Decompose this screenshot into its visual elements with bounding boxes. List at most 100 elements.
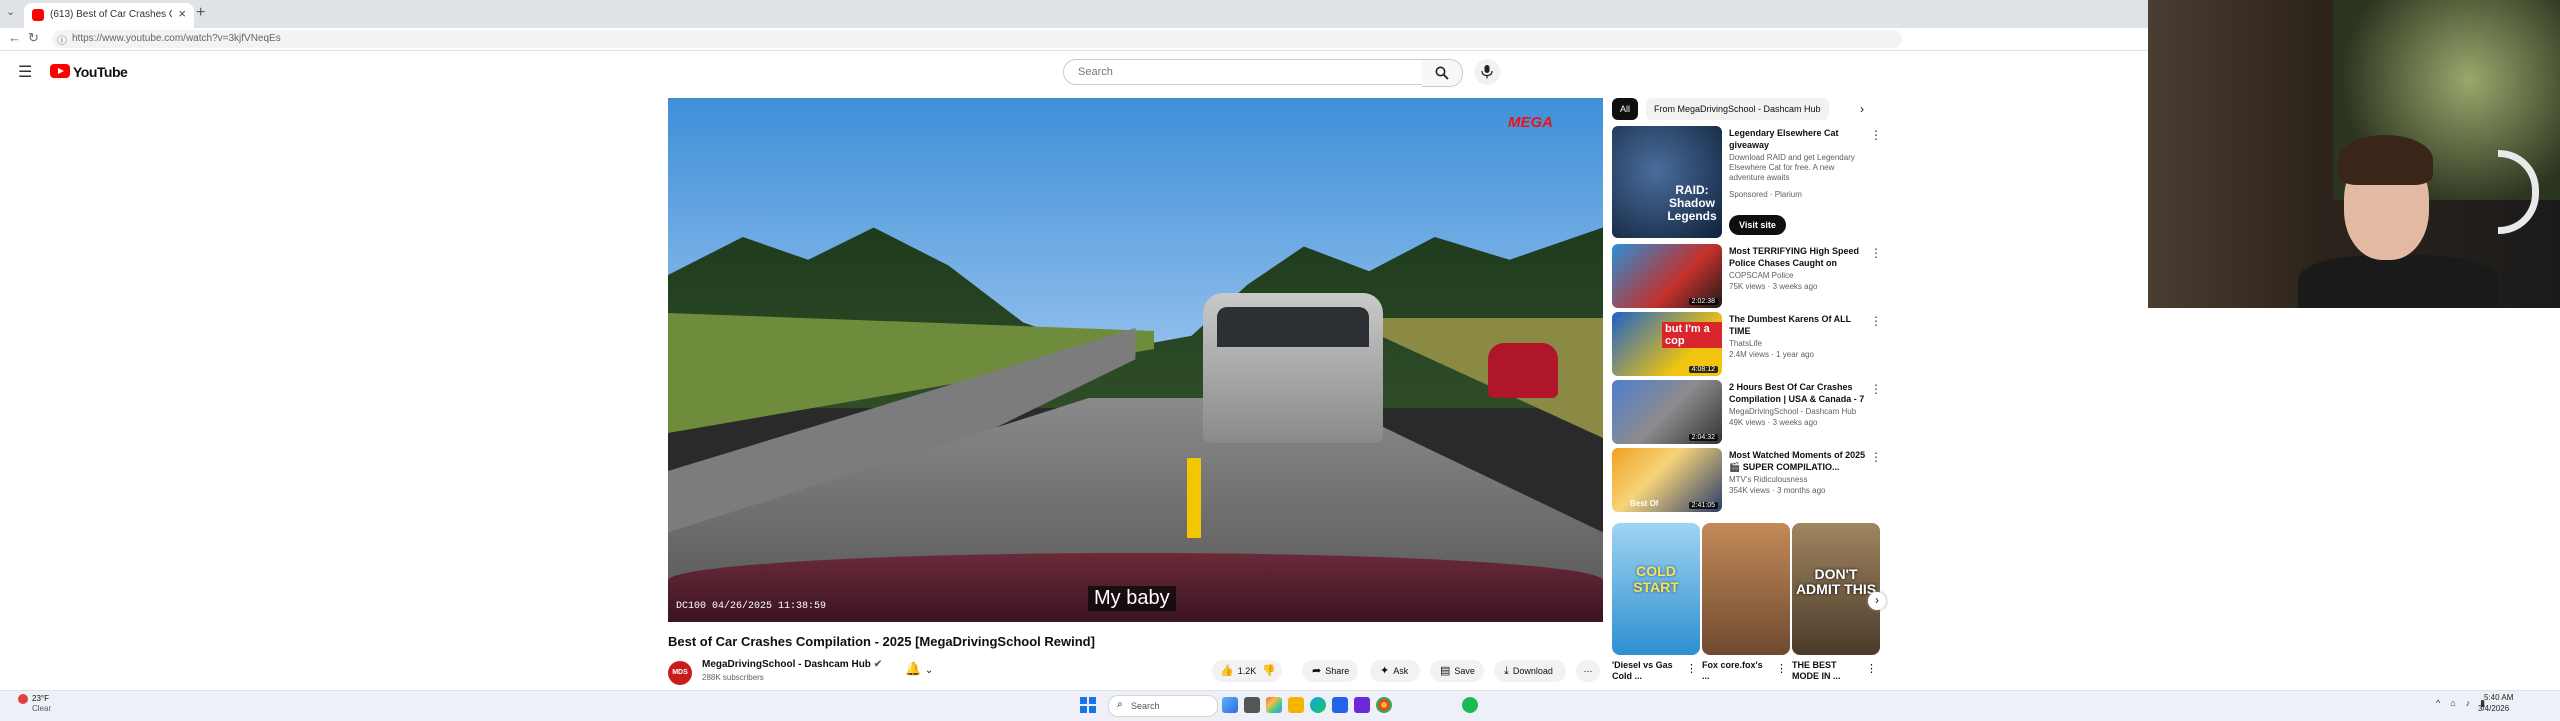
more-vertical-icon[interactable]: ⋮ [1870,450,1882,464]
video-title[interactable]: Most Watched Moments of 2025 🎬 SUPER COM… [1729,449,1869,473]
channel-name[interactable]: MegaDrivingSchool - Dashcam Hub ✔ [702,659,882,670]
verified-icon: ✔ [873,659,883,670]
discord-app-icon[interactable] [1354,697,1370,713]
channel-name[interactable]: COPSCAM Police [1729,271,1793,280]
thumbs-down-icon: 👎 [1262,665,1276,677]
channel-avatar[interactable]: MDS [668,661,692,685]
video-title[interactable]: Most TERRIFYING High Speed Police Chases… [1729,245,1869,269]
video-thumbnail[interactable]: but I'm a cop 4:08:12 [1612,312,1722,376]
shorts-next-button[interactable]: › [1868,592,1886,610]
search-box[interactable] [1063,59,1423,85]
widgets-app-icon[interactable] [1222,697,1238,713]
chip-all[interactable]: All [1612,98,1639,120]
channel-name[interactable]: MTV's Ridiculousness [1729,475,1807,484]
video-duration: 4:08:12 [1688,366,1718,373]
windows-start-icon[interactable] [1080,697,1096,713]
file-explorer-icon[interactable] [1288,697,1304,713]
dislike-button[interactable]: 👎 [1262,660,1280,682]
notification-bell-button[interactable]: 🔔 ⌄ [905,661,933,677]
bookmark-icon: ▤ [1440,665,1451,677]
more-vertical-icon[interactable]: ⋮ [1870,314,1882,328]
weather-temperature[interactable]: 23°F [32,694,49,703]
recommendation-item[interactable]: Best Of 2:41:05 Most Watched Moments of … [1612,448,1890,512]
channel-name[interactable]: MegaDrivingSchool - Dashcam Hub [1729,407,1856,416]
video-title[interactable]: 2 Hours Best Of Car Crashes Compilation … [1729,381,1869,405]
short-thumbnail-text: DON'T ADMIT THIS [1795,566,1877,597]
recommendation-item[interactable]: 2:02:38 Most TERRIFYING High Speed Polic… [1612,244,1890,308]
site-info-icon[interactable]: ⓘ [57,32,67,47]
search-button[interactable] [1422,59,1463,87]
video-frame-suv [1203,293,1383,443]
clock-time[interactable]: 5:40 AM [2484,693,2513,702]
chevron-right-icon[interactable]: › [1860,102,1864,116]
video-duration: 2:41:05 [1688,502,1718,509]
weather-icon[interactable] [18,694,28,704]
url-field[interactable]: ⓘ https://www.youtube.com/watch?v=3kjfVN… [52,30,1902,48]
share-button[interactable]: ➦ Share [1302,660,1358,682]
webcam-overlay [2148,0,2560,308]
back-icon[interactable]: ← [8,30,21,45]
thumbs-up-icon: 👍 [1220,665,1234,677]
recommendation-item[interactable]: 2:04:32 2 Hours Best Of Car Crashes Comp… [1612,380,1890,444]
spotify-app-icon[interactable] [1462,697,1478,713]
more-vertical-icon[interactable]: ⋮ [1866,662,1877,675]
subscriber-count: 288K subscribers [702,673,764,682]
short-title[interactable]: 'Diesel vs Gas Cold ... [1612,660,1682,682]
visit-site-button[interactable]: Visit site [1729,215,1786,235]
more-vertical-icon[interactable]: ⋮ [1686,662,1697,675]
ad-title: Legendary Elsewhere Cat giveaway [1729,128,1839,150]
short-thumbnail[interactable] [1702,523,1790,655]
more-vertical-icon[interactable]: ⋮ [1776,662,1787,675]
ask-button[interactable]: ✦ Ask [1370,660,1420,682]
short-title[interactable]: Fox core.fox's ... [1702,660,1772,682]
channel-name[interactable]: ThatsLife [1729,339,1762,348]
video-player[interactable] [668,98,1603,622]
tab-list-icon[interactable]: ⌄ [6,5,15,18]
ad-item[interactable]: RAID: Shadow Legends Legendary Elsewhere… [1612,126,1890,238]
download-icon: ⤓ [1504,665,1509,677]
menu-icon[interactable]: ☰ [18,62,32,82]
browser-tab[interactable]: (613) Best of Car Crashes Co × [24,3,194,28]
like-button[interactable]: 👍 1.2K [1220,660,1256,682]
reload-icon[interactable]: ↻ [28,30,39,46]
more-vertical-icon[interactable]: ⋮ [1870,382,1882,396]
channel-watermark: MEGA [1508,114,1553,131]
video-thumbnail[interactable]: 2:04:32 [1612,380,1722,444]
more-actions-button[interactable]: ⋯ [1576,660,1600,682]
store-app-icon[interactable] [1332,697,1348,713]
video-meta: 49K views · 3 weeks ago [1729,418,1818,427]
video-frame-red-car [1488,343,1558,398]
thumbnail-text: but I'm a cop [1662,322,1722,348]
new-tab-icon[interactable]: + [196,4,205,22]
download-button[interactable]: ⤓ Download [1494,660,1566,682]
youtube-wordmark: YouTube [73,64,128,80]
chrome-browser-icon[interactable] [1376,697,1392,713]
clock-date[interactable]: 3/4/2026 [2478,704,2509,713]
video-title: Best of Car Crashes Compilation - 2025 [… [668,634,1095,649]
task-view-icon[interactable] [1244,697,1260,713]
close-tab-icon[interactable]: × [178,6,186,21]
weather-description[interactable]: Clear [32,704,51,713]
video-thumbnail[interactable]: 2:02:38 [1612,244,1722,308]
voice-search-button[interactable] [1474,59,1500,85]
taskbar-search[interactable]: ⌕ Search [1108,695,1218,717]
video-title[interactable]: The Dumbest Karens Of ALL TIME [1729,313,1869,337]
video-thumbnail[interactable]: Best Of 2:41:05 [1612,448,1722,512]
short-thumbnail[interactable]: COLD START [1612,523,1700,655]
edge-browser-icon[interactable] [1310,697,1326,713]
tab-strip [0,0,2148,28]
search-input[interactable] [1076,65,1410,79]
ad-thumbnail[interactable]: RAID: Shadow Legends [1612,126,1722,238]
more-vertical-icon[interactable]: ⋮ [1870,128,1882,142]
short-thumbnail[interactable]: DON'T ADMIT THIS [1792,523,1880,655]
microphone-icon [1481,65,1493,79]
more-vertical-icon[interactable]: ⋮ [1870,246,1882,260]
save-button[interactable]: ▤ Save [1430,660,1484,682]
app-icon[interactable] [1266,697,1282,713]
short-title[interactable]: THE BEST MODE IN ... [1792,660,1862,682]
like-count: 1.2K [1237,666,1257,676]
chip-from-channel[interactable]: From MegaDrivingSchool - Dashcam Hub [1646,98,1829,120]
video-meta: 354K views · 3 months ago [1729,486,1826,495]
recommendation-item[interactable]: but I'm a cop 4:08:12 The Dumbest Karens… [1612,312,1890,376]
video-caption: My baby [1088,586,1176,611]
